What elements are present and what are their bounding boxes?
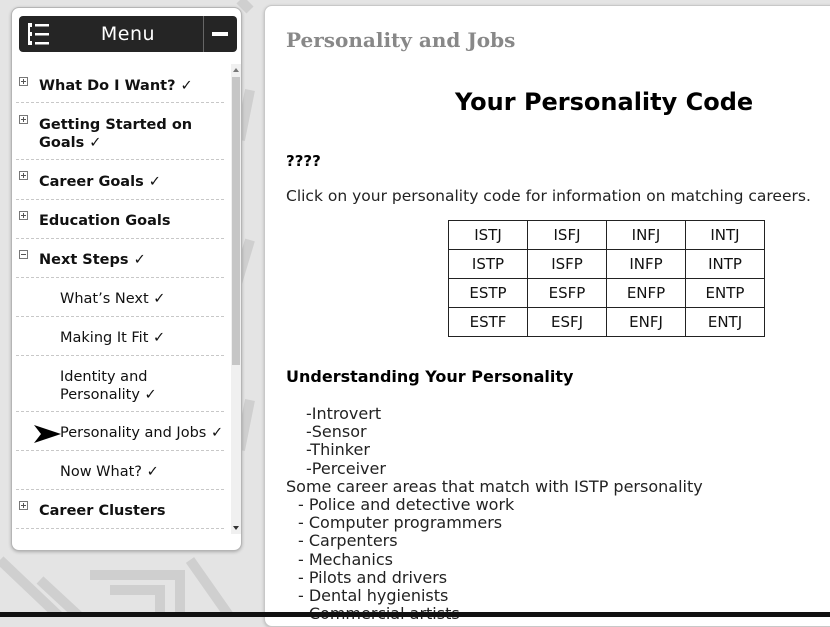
code-cell[interactable]: INTJ bbox=[685, 220, 765, 250]
trait-line: -Thinker bbox=[306, 440, 370, 460]
section-heading: Your Personality Code bbox=[455, 88, 754, 116]
code-cell[interactable]: ENFJ bbox=[606, 307, 686, 337]
nav-subitem-making-it-fit[interactable]: Making It Fit ✓ bbox=[16, 321, 224, 356]
table-row: ESTF ESFJ ENFJ ENTJ bbox=[448, 307, 765, 337]
code-cell[interactable]: ISTP bbox=[448, 249, 528, 279]
scroll-down-icon[interactable] bbox=[232, 524, 240, 532]
table-row: ESTP ESFP ENFP ENTP bbox=[448, 278, 765, 308]
nav-item-label: Career Goals ✓ bbox=[39, 173, 161, 190]
nav-list: What Do I Want? ✓ Getting Started on Goa… bbox=[12, 64, 230, 540]
expand-icon[interactable] bbox=[19, 115, 28, 124]
personality-code-table: ISTJ ISFJ INFJ INTJ ISTP ISFP INFP INTP … bbox=[448, 220, 765, 337]
career-item: - Mechanics bbox=[298, 549, 393, 569]
table-row: ISTP ISFP INFP INTP bbox=[448, 249, 765, 279]
code-cell[interactable]: ENTJ bbox=[685, 307, 765, 337]
minus-icon bbox=[212, 32, 228, 36]
nav-item-label: Personality and Jobs ✓ bbox=[60, 425, 224, 441]
nav-item-label: What’s Next ✓ bbox=[60, 291, 166, 307]
career-item: - Carpenters bbox=[298, 531, 398, 551]
nav-item-label: What Do I Want? ✓ bbox=[39, 78, 193, 94]
nav-item-career-clusters[interactable]: Career Clusters bbox=[16, 494, 224, 529]
code-cell[interactable]: ENFP bbox=[606, 278, 686, 308]
nav-item-label: Education Goals bbox=[39, 213, 171, 229]
nav-item-label: Career Clusters bbox=[39, 503, 166, 519]
collapse-icon[interactable] bbox=[19, 250, 28, 259]
expand-icon[interactable] bbox=[19, 501, 28, 510]
code-cell[interactable]: ESTF bbox=[448, 307, 528, 337]
nav-item-getting-started[interactable]: Getting Started on Goals ✓ bbox=[16, 108, 224, 160]
code-cell[interactable]: INFP bbox=[606, 249, 686, 279]
expand-icon[interactable] bbox=[19, 171, 28, 180]
content-panel: Personality and Jobs Your Personality Co… bbox=[264, 5, 830, 627]
code-cell[interactable]: ESTP bbox=[448, 278, 528, 308]
code-cell[interactable]: INTP bbox=[685, 249, 765, 279]
code-cell[interactable]: ENTP bbox=[685, 278, 765, 308]
nav-subitem-now-what[interactable]: Now What? ✓ bbox=[16, 455, 224, 490]
code-cell[interactable]: ISTJ bbox=[448, 220, 528, 250]
trait-line: -Sensor bbox=[306, 422, 367, 442]
instruction-text: Click on your personality code for infor… bbox=[286, 187, 811, 205]
subheading: Understanding Your Personality bbox=[286, 367, 574, 386]
code-cell[interactable]: ISFJ bbox=[527, 220, 607, 250]
nav-subitem-whats-next[interactable]: What’s Next ✓ bbox=[16, 282, 224, 317]
collapse-menu-button[interactable] bbox=[203, 16, 237, 52]
expand-icon[interactable] bbox=[19, 211, 28, 220]
page-title: Personality and Jobs bbox=[286, 28, 516, 52]
nav-item-label: Now What? ✓ bbox=[60, 464, 159, 480]
table-row: ISTJ ISFJ INFJ INTJ bbox=[448, 220, 765, 250]
nav-item-label: Next Steps ✓ bbox=[39, 252, 146, 268]
nav-subitem-identity-personality[interactable]: Identity and Personality ✓ bbox=[16, 360, 224, 412]
career-item: - Police and detective work bbox=[298, 495, 515, 515]
personality-description: -Introvert -Sensor -Thinker -Perceiver S… bbox=[286, 404, 703, 623]
nav-scrollbar[interactable] bbox=[231, 64, 241, 534]
career-item: - Dental hygienists bbox=[298, 586, 449, 606]
career-item: - Pilots and drivers bbox=[298, 567, 448, 587]
nav-item-education-goals[interactable]: Education Goals bbox=[16, 204, 224, 239]
navigation-sidebar: Menu What Do I Want? ✓ Getting Started o… bbox=[11, 7, 242, 551]
nav-item-label: Getting Started on Goals ✓ bbox=[39, 116, 193, 151]
career-item: - Computer programmers bbox=[298, 513, 503, 533]
code-cell[interactable]: ESFJ bbox=[527, 307, 607, 337]
menu-header: Menu bbox=[19, 16, 237, 52]
nav-item-career-goals[interactable]: Career Goals ✓ bbox=[16, 164, 224, 200]
code-cell[interactable]: ESFP bbox=[527, 278, 607, 308]
scroll-thumb[interactable] bbox=[232, 77, 240, 365]
trait-line: -Perceiver bbox=[306, 458, 386, 478]
careers-intro: Some career areas that match with ISTP p… bbox=[286, 476, 703, 496]
nav-subitem-personality-jobs[interactable]: Personality and Jobs ✓ bbox=[16, 416, 224, 451]
code-cell[interactable]: INFJ bbox=[606, 220, 686, 250]
nav-item-next-steps[interactable]: Next Steps ✓ bbox=[16, 243, 224, 278]
nav-item-label: Making It Fit ✓ bbox=[60, 330, 166, 346]
bottom-edge bbox=[0, 612, 830, 617]
code-cell[interactable]: ISFP bbox=[527, 249, 607, 279]
scroll-up-icon[interactable] bbox=[232, 66, 240, 74]
trait-line: -Introvert bbox=[306, 404, 382, 423]
nav-item-what-do-i-want[interactable]: What Do I Want? ✓ bbox=[16, 70, 224, 103]
expand-icon[interactable] bbox=[19, 77, 28, 86]
nav-item-label: Identity and Personality ✓ bbox=[60, 368, 157, 403]
question-text: ???? bbox=[286, 152, 321, 170]
current-page-arrow-icon bbox=[34, 425, 61, 443]
